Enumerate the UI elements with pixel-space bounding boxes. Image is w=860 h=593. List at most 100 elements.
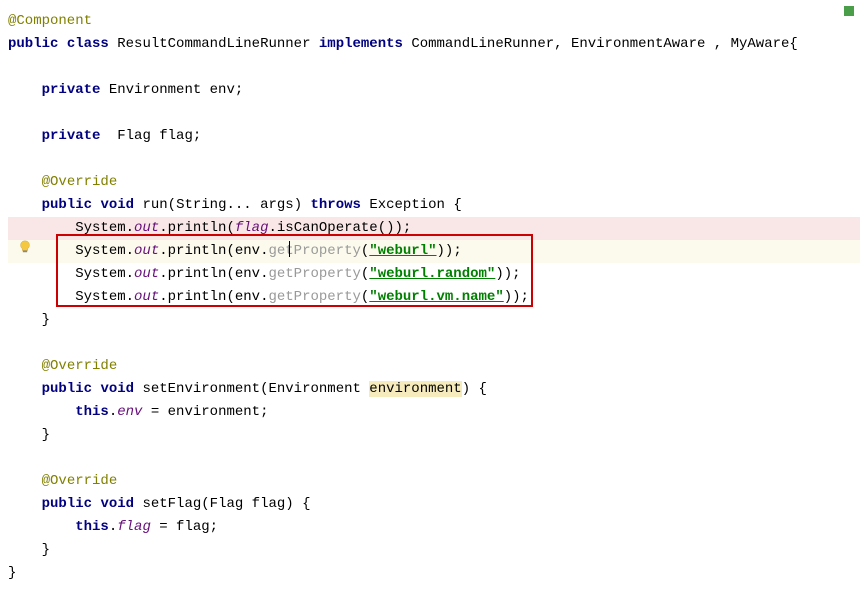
brace: { bbox=[294, 496, 311, 512]
code-text: )); bbox=[437, 243, 462, 259]
code-text: .println(env. bbox=[159, 289, 268, 305]
annotation-text: @Override bbox=[42, 473, 118, 489]
type-ref: EnvironmentAware bbox=[571, 36, 705, 52]
code-text: .isCanOperate()); bbox=[268, 220, 411, 236]
code-line[interactable]: @Override bbox=[8, 355, 860, 378]
keyword: throws bbox=[311, 197, 361, 213]
type-ref: Environment bbox=[109, 82, 201, 98]
type-ref: MyAware bbox=[731, 36, 790, 52]
brace: { bbox=[789, 36, 797, 52]
keyword: implements bbox=[319, 36, 403, 52]
brace: } bbox=[8, 542, 50, 558]
code-text: )); bbox=[504, 289, 529, 305]
code-text: .println(env. bbox=[159, 266, 268, 282]
semicolon: ; bbox=[193, 128, 201, 144]
code-text: = flag; bbox=[151, 519, 218, 535]
code-text: .println( bbox=[159, 220, 235, 236]
code-line[interactable]: } bbox=[8, 424, 860, 447]
exception-type: Exception bbox=[369, 197, 445, 213]
params: (Flag flag) bbox=[201, 496, 293, 512]
code-line[interactable]: } bbox=[8, 539, 860, 562]
field-name: env bbox=[210, 82, 235, 98]
method-name: setEnvironment bbox=[142, 381, 260, 397]
code-text: .println(env. bbox=[159, 243, 268, 259]
method-call: getProperty bbox=[268, 266, 360, 282]
field-ref: flag bbox=[117, 519, 151, 535]
field-ref: flag bbox=[235, 220, 269, 236]
static-field: out bbox=[134, 266, 159, 282]
string-literal: "weburl.vm.name" bbox=[369, 289, 503, 305]
intention-bulb-icon[interactable] bbox=[18, 240, 32, 254]
brace: { bbox=[470, 381, 487, 397]
dot: . bbox=[109, 519, 117, 535]
code-text: System. bbox=[8, 289, 134, 305]
static-field: out bbox=[134, 289, 159, 305]
dot: . bbox=[109, 404, 117, 420]
params: (String... args) bbox=[168, 197, 302, 213]
keyword: class bbox=[67, 36, 109, 52]
semicolon: ; bbox=[235, 82, 243, 98]
type-ref: Flag bbox=[117, 128, 151, 144]
keyword: this bbox=[75, 404, 109, 420]
code-text: System. bbox=[8, 220, 134, 236]
code-line[interactable]: @Override bbox=[8, 171, 860, 194]
code-line[interactable]: } bbox=[8, 309, 860, 332]
method-name: setFlag bbox=[142, 496, 201, 512]
code-line[interactable]: private Flag flag; bbox=[8, 125, 860, 148]
keyword: private bbox=[42, 128, 101, 144]
method-call: getProperty bbox=[268, 289, 360, 305]
keyword: public bbox=[8, 36, 58, 52]
code-line[interactable] bbox=[8, 447, 860, 470]
code-text: = environment; bbox=[142, 404, 268, 420]
static-field: out bbox=[134, 243, 159, 259]
keyword: this bbox=[75, 519, 109, 535]
field-name: flag bbox=[159, 128, 193, 144]
code-line[interactable]: @Override bbox=[8, 470, 860, 493]
params: (Environment bbox=[260, 381, 369, 397]
annotation-text: @Component bbox=[8, 13, 92, 29]
code-line[interactable]: System.out.println(flag.isCanOperate()); bbox=[8, 217, 860, 240]
code-line[interactable] bbox=[8, 148, 860, 171]
brace: } bbox=[8, 312, 50, 328]
code-line[interactable] bbox=[8, 102, 860, 125]
code-text: )); bbox=[495, 266, 520, 282]
code-line[interactable]: System.out.println(env.getProperty("webu… bbox=[8, 286, 860, 309]
code-line[interactable]: public void setEnvironment(Environment e… bbox=[8, 378, 860, 401]
code-line[interactable]: private Environment env; bbox=[8, 79, 860, 102]
annotation-text: @Override bbox=[42, 174, 118, 190]
method-call: getProperty bbox=[268, 243, 360, 259]
paren: ) bbox=[462, 381, 470, 397]
class-name: ResultCommandLineRunner bbox=[117, 36, 310, 52]
code-text: System. bbox=[8, 266, 134, 282]
brace: } bbox=[8, 565, 16, 581]
code-line[interactable]: } bbox=[8, 562, 860, 585]
brace: { bbox=[445, 197, 462, 213]
code-line[interactable] bbox=[8, 332, 860, 355]
code-editor[interactable]: @Component public class ResultCommandLin… bbox=[0, 0, 860, 585]
param-name: environment bbox=[369, 381, 461, 397]
brace: } bbox=[8, 427, 50, 443]
static-field: out bbox=[134, 220, 159, 236]
type-ref: CommandLineRunner bbox=[411, 36, 554, 52]
code-line[interactable]: @Component bbox=[8, 10, 860, 33]
code-line[interactable]: System.out.println(env.getProperty("webu… bbox=[8, 263, 860, 286]
code-line[interactable]: public class ResultCommandLineRunner imp… bbox=[8, 33, 860, 56]
string-literal: "weburl" bbox=[369, 243, 436, 259]
annotation-text: @Override bbox=[42, 358, 118, 374]
keyword: void bbox=[100, 381, 134, 397]
code-line[interactable]: public void setFlag(Flag flag) { bbox=[8, 493, 860, 516]
keyword: void bbox=[100, 197, 134, 213]
keyword: private bbox=[42, 82, 101, 98]
code-line[interactable]: this.env = environment; bbox=[8, 401, 860, 424]
method-name: run bbox=[142, 197, 167, 213]
code-line[interactable] bbox=[8, 56, 860, 79]
keyword: public bbox=[42, 381, 92, 397]
keyword: public bbox=[42, 496, 92, 512]
code-line[interactable]: this.flag = flag; bbox=[8, 516, 860, 539]
keyword: public bbox=[42, 197, 92, 213]
string-literal: "weburl.random" bbox=[369, 266, 495, 282]
text-cursor bbox=[289, 241, 290, 257]
keyword: void bbox=[100, 496, 134, 512]
code-line[interactable]: public void run(String... args) throws E… bbox=[8, 194, 860, 217]
code-line[interactable]: System.out.println(env.getProperty("webu… bbox=[8, 240, 860, 263]
